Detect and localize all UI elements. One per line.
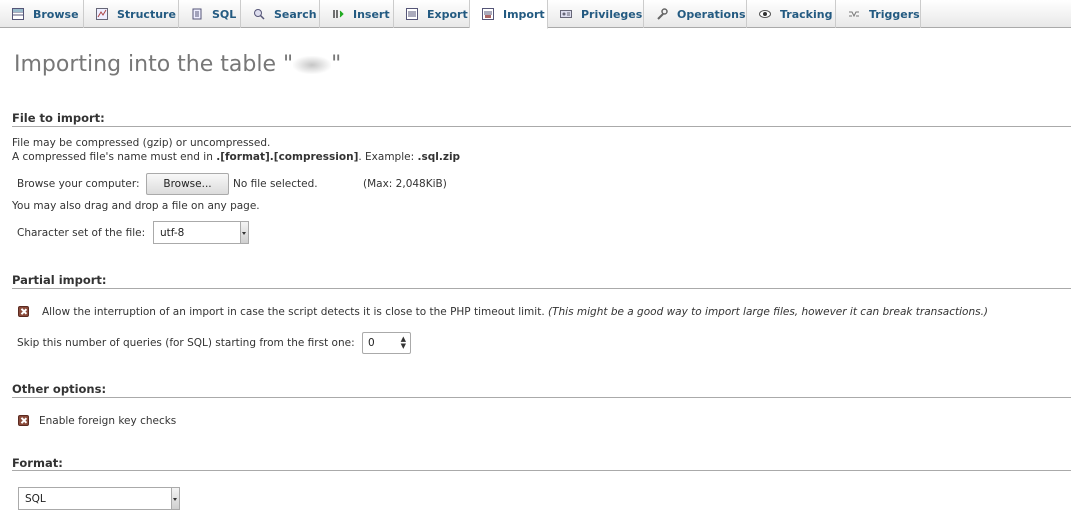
partial-import-heading: Partial import:	[12, 273, 107, 287]
chevron-down-icon	[171, 488, 179, 509]
tab-export[interactable]: Export	[394, 0, 470, 28]
tab-label: Browse	[33, 7, 79, 21]
tab-label: Import	[503, 7, 545, 21]
browse-icon	[11, 8, 24, 21]
tab-tracking[interactable]: Tracking	[747, 0, 836, 28]
skip-queries-label: Skip this number of queries (for SQL) st…	[17, 337, 355, 349]
redacted-table-name	[293, 56, 332, 74]
stepper-icon[interactable]: ▲ ▼	[401, 336, 406, 350]
other-options-heading: Other options:	[12, 382, 107, 396]
import-icon	[481, 8, 494, 21]
tab-label: Export	[427, 7, 468, 21]
format-select[interactable]: SQL	[18, 487, 180, 510]
tab-insert[interactable]: Insert	[320, 0, 394, 28]
tab-operations[interactable]: Operations	[644, 0, 747, 28]
sql-icon	[190, 8, 203, 21]
chevron-down-icon	[240, 222, 248, 243]
tab-browse[interactable]: Browse	[0, 0, 84, 28]
foreign-key-checkbox[interactable]	[18, 415, 29, 426]
insert-icon	[331, 8, 344, 21]
tab-label: Insert	[353, 7, 390, 21]
compression-rule: A compressed file's name must end in .[f…	[12, 151, 461, 163]
divider	[12, 397, 1071, 398]
tab-label: Operations	[677, 7, 746, 21]
eye-icon	[758, 8, 771, 21]
triggers-icon	[847, 8, 860, 21]
search-icon	[252, 8, 265, 21]
divider	[12, 470, 1071, 471]
divider	[12, 288, 1071, 289]
allow-interrupt-label: Allow the interruption of an import in c…	[42, 306, 989, 318]
file-status: No file selected.	[233, 178, 318, 190]
drag-drop-note: You may also drag and drop a file on any…	[12, 200, 260, 212]
max-size: (Max: 2,048KiB)	[363, 178, 447, 190]
tab-label: Search	[274, 7, 317, 21]
tab-bar: Browse Structure SQL Search Insert Expor…	[0, 0, 1071, 29]
format-heading: Format:	[12, 456, 63, 470]
wrench-icon	[655, 8, 668, 21]
tab-label: Privileges	[581, 7, 643, 21]
tab-label: Triggers	[869, 7, 920, 21]
tab-sql[interactable]: SQL	[179, 0, 241, 28]
foreign-key-label: Enable foreign key checks	[39, 415, 177, 427]
tab-triggers[interactable]: Triggers	[836, 0, 921, 28]
allow-interrupt-checkbox[interactable]	[18, 306, 29, 317]
skip-queries-input[interactable]: 0 ▲ ▼	[362, 332, 411, 354]
page-title: Importing into the table " "	[14, 52, 342, 77]
privileges-icon	[559, 8, 572, 21]
browse-label: Browse your computer:	[17, 178, 140, 190]
charset-label: Character set of the file:	[17, 227, 146, 239]
tab-label: Tracking	[780, 7, 833, 21]
divider	[12, 126, 1071, 127]
tab-search[interactable]: Search	[241, 0, 320, 28]
tab-structure[interactable]: Structure	[84, 0, 179, 28]
structure-icon	[95, 8, 108, 21]
compression-note: File may be compressed (gzip) or uncompr…	[12, 137, 271, 149]
tab-privileges[interactable]: Privileges	[548, 0, 644, 28]
tab-label: Structure	[117, 7, 176, 21]
browse-button[interactable]: Browse...	[146, 173, 229, 195]
file-import-heading: File to import:	[12, 111, 105, 125]
export-icon	[405, 8, 418, 21]
tab-label: SQL	[212, 7, 237, 21]
tab-import[interactable]: Import	[470, 0, 548, 29]
charset-select[interactable]: utf-8	[153, 221, 249, 244]
